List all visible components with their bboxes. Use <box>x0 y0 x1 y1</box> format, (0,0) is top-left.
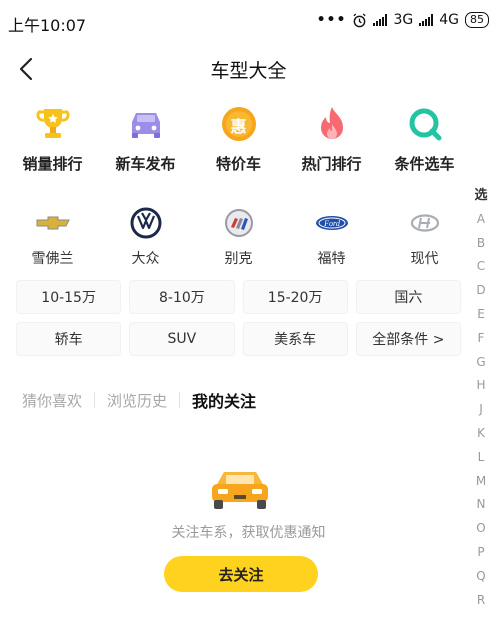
brand-label: 大众 <box>131 251 160 267</box>
price-filter-row: 10-15万 8-10万 15-20万 国六 <box>16 280 461 314</box>
category-condition-search[interactable]: 条件选车 <box>378 104 471 174</box>
header: 车型大全 <box>0 44 497 92</box>
alarm-icon <box>353 12 367 27</box>
network-3g-label: 3G <box>393 12 414 28</box>
svg-text:Ford: Ford <box>323 219 341 228</box>
alphabet-index-d[interactable]: D <box>476 279 485 303</box>
tab-history[interactable]: 浏览历史 <box>107 390 179 411</box>
alphabet-index-h[interactable]: H <box>476 374 485 398</box>
alphabet-index-p[interactable]: P <box>477 541 484 565</box>
filter-chip-10-15[interactable]: 10-15万 <box>16 280 122 314</box>
go-follow-button[interactable]: 去关注 <box>164 556 318 592</box>
brand-ford[interactable]: Ford 福特 <box>285 206 378 268</box>
brand-volkswagen[interactable]: 大众 <box>99 206 192 268</box>
category-label: 特价车 <box>215 155 261 173</box>
flame-icon <box>312 104 352 144</box>
alphabet-index-c[interactable]: C <box>477 255 485 279</box>
brand-label: 福特 <box>317 251 346 267</box>
alphabet-index-n[interactable]: N <box>477 493 486 517</box>
alphabet-index-j[interactable]: J <box>479 398 483 422</box>
signal-icon-2 <box>419 14 434 26</box>
tab-bar: 猜你喜欢 浏览历史 我的关注 <box>22 388 268 412</box>
brand-chevrolet[interactable]: 雪佛兰 <box>6 206 99 268</box>
sale-badge-text: 惠 <box>230 117 247 136</box>
search-icon <box>405 104 445 144</box>
status-bar: 上午10:07 ••• 3G 4G 85 <box>0 0 497 44</box>
sports-car-icon <box>212 472 268 509</box>
type-filter-row: 轿车 SUV 美系车 全部条件 > <box>16 322 461 356</box>
alphabet-index-f[interactable]: F <box>478 327 485 351</box>
category-label: 条件选车 <box>394 155 455 173</box>
brand-list: 雪佛兰 大众 别克 Ford 福特 现代 <box>6 206 471 268</box>
category-sales-ranking[interactable]: 销量排行 <box>6 104 99 174</box>
category-label: 新车发布 <box>115 155 176 173</box>
status-time: 上午10:07 <box>8 16 87 35</box>
alphabet-index[interactable]: 选ABCDEFGHJKLMNOPQR <box>471 184 491 612</box>
brand-label: 雪佛兰 <box>31 251 74 267</box>
status-icons: ••• 3G 4G 85 <box>317 12 489 28</box>
network-4g-label: 4G <box>439 12 459 28</box>
alphabet-index-m[interactable]: M <box>476 470 486 494</box>
alphabet-index-k[interactable]: K <box>477 422 485 446</box>
battery-icon: 85 <box>465 12 489 28</box>
trophy-icon <box>33 104 73 144</box>
alphabet-index-b[interactable]: B <box>477 232 485 256</box>
filter-chip-american[interactable]: 美系车 <box>242 322 348 356</box>
filter-chip-sedan[interactable]: 轿车 <box>16 322 122 356</box>
filter-chip-all-conditions[interactable]: 全部条件 > <box>355 322 461 356</box>
brand-buick[interactable]: 别克 <box>192 206 285 268</box>
tab-my-follows[interactable]: 我的关注 <box>192 388 268 412</box>
buick-logo-icon <box>219 206 259 240</box>
signal-icon <box>373 14 388 26</box>
empty-state-text: 关注车系，获取优惠通知 <box>171 525 326 541</box>
category-hot-ranking[interactable]: 热门排行 <box>285 104 378 174</box>
hyundai-logo-icon <box>405 206 445 240</box>
tab-divider <box>94 392 96 408</box>
category-new-cars[interactable]: 新车发布 <box>99 104 192 174</box>
tab-guess-you-like[interactable]: 猜你喜欢 <box>22 390 94 411</box>
category-shortcuts: 销量排行 新车发布 惠 特价车 热门排行 条件选车 <box>6 104 471 174</box>
filter-chip-suv[interactable]: SUV <box>129 322 235 356</box>
alphabet-index-r[interactable]: R <box>477 589 485 613</box>
tab-divider <box>179 392 181 408</box>
alphabet-index-select[interactable]: 选 <box>474 184 487 208</box>
brand-label: 别克 <box>224 251 253 267</box>
category-label: 销量排行 <box>22 155 83 173</box>
volkswagen-logo-icon <box>126 206 166 240</box>
alphabet-index-l[interactable]: L <box>478 446 485 470</box>
brand-hyundai[interactable]: 现代 <box>378 206 471 268</box>
alphabet-index-e[interactable]: E <box>477 303 485 327</box>
ford-logo-icon: Ford <box>312 206 352 240</box>
more-dots-icon: ••• <box>316 12 347 28</box>
page-title: 车型大全 <box>210 60 287 82</box>
category-special-price[interactable]: 惠 特价车 <box>192 104 285 174</box>
chevrolet-logo-icon <box>33 206 73 240</box>
filter-chip-8-10[interactable]: 8-10万 <box>129 280 235 314</box>
sale-badge-icon: 惠 <box>219 104 259 144</box>
new-car-icon <box>126 104 166 144</box>
alphabet-index-q[interactable]: Q <box>476 565 485 589</box>
alphabet-index-g[interactable]: G <box>476 351 485 375</box>
alphabet-index-a[interactable]: A <box>477 208 485 232</box>
brand-label: 现代 <box>410 251 439 267</box>
filter-chip-15-20[interactable]: 15-20万 <box>242 280 348 314</box>
category-label: 热门排行 <box>301 155 362 173</box>
alphabet-index-o[interactable]: O <box>476 517 485 541</box>
filter-chip-guo6[interactable]: 国六 <box>355 280 461 314</box>
